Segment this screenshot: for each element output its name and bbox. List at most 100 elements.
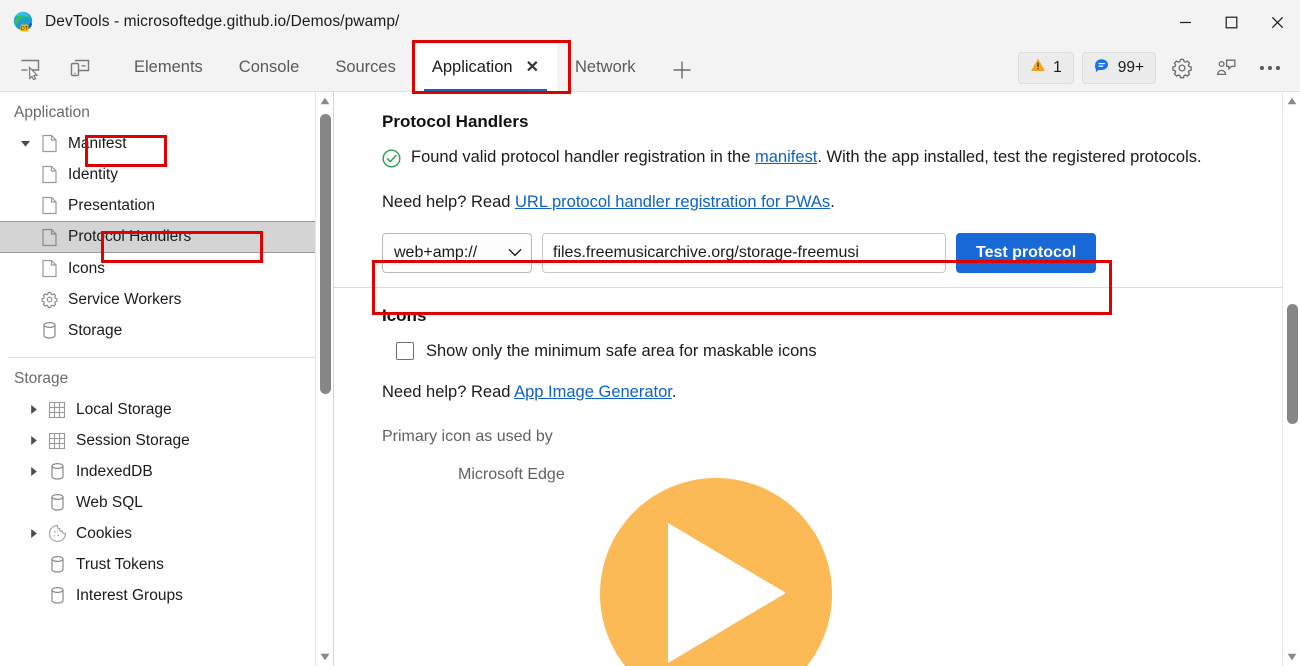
- minimize-button[interactable]: [1162, 0, 1208, 44]
- icons-section: Icons Show only the minimum safe area fo…: [334, 288, 1300, 484]
- sidebar-item-label: Manifest: [68, 134, 127, 152]
- sidebar-item-label: IndexedDB: [76, 462, 153, 480]
- maskable-icons-checkbox-row[interactable]: Show only the minimum safe area for mask…: [396, 342, 1260, 361]
- devtools-window: DT DevTools - microsoftedge.github.io/De…: [0, 0, 1300, 666]
- sidebar-item-label: Local Storage: [76, 400, 172, 418]
- sidebar-item-manifest[interactable]: Manifest: [0, 128, 333, 159]
- window-title: DevTools - microsoftedge.github.io/Demos…: [45, 13, 400, 30]
- sidebar-item-label: Icons: [68, 259, 106, 277]
- sidebar-item-local-storage[interactable]: Local Storage: [0, 394, 333, 425]
- warning-badge[interactable]: 1: [1018, 51, 1074, 84]
- scroll-up-arrow-icon[interactable]: [316, 92, 334, 110]
- warning-count: 1: [1053, 58, 1062, 76]
- chevron-down-icon[interactable]: [14, 138, 36, 149]
- check-circle-icon: [382, 149, 401, 175]
- sidebar-scroll-thumb[interactable]: [320, 114, 331, 394]
- more-options-icon[interactable]: [1252, 50, 1288, 86]
- document-icon: [36, 228, 62, 247]
- scroll-down-arrow-icon[interactable]: [316, 648, 334, 666]
- pwa-protocol-docs-link[interactable]: URL protocol handler registration for PW…: [515, 193, 830, 211]
- tab-label: Console: [238, 58, 300, 76]
- feedback-icon[interactable]: [1208, 50, 1244, 86]
- issues-badge[interactable]: 99+: [1081, 51, 1156, 84]
- main-scroll-thumb[interactable]: [1287, 304, 1298, 424]
- chevron-right-icon[interactable]: [22, 466, 44, 477]
- sidebar-item-icons[interactable]: Icons: [0, 253, 333, 284]
- test-protocol-button[interactable]: Test protocol: [956, 232, 1097, 273]
- document-icon: [36, 259, 62, 278]
- tab-application[interactable]: Application ✕: [413, 43, 557, 92]
- database-icon: [44, 462, 70, 481]
- maximize-button[interactable]: [1208, 0, 1254, 44]
- protocol-scheme-select[interactable]: web+amp://: [382, 232, 532, 273]
- app-image-generator-link[interactable]: App Image Generator: [514, 383, 672, 401]
- sidebar-item-service-workers[interactable]: Service Workers: [0, 284, 333, 315]
- sidebar-item-identity[interactable]: Identity: [0, 159, 333, 190]
- sidebar-item-label: Identity: [68, 165, 118, 183]
- sidebar-item-presentation[interactable]: Presentation: [0, 190, 333, 221]
- device-emulation-icon[interactable]: [60, 50, 100, 86]
- sidebar-item-label: Trust Tokens: [76, 555, 164, 573]
- chevron-right-icon[interactable]: [22, 404, 44, 415]
- title-bar: DT DevTools - microsoftedge.github.io/De…: [0, 0, 1300, 44]
- gear-icon: [36, 290, 62, 309]
- tab-close-icon[interactable]: ✕: [526, 59, 539, 76]
- add-tab-icon[interactable]: [660, 48, 704, 92]
- inspect-element-icon[interactable]: [10, 50, 50, 86]
- sidebar-section-header-application: Application: [14, 104, 90, 121]
- sidebar-item-label: Interest Groups: [76, 586, 183, 604]
- protocol-test-row: web+amp:// Test protocol: [382, 232, 1260, 273]
- section-title-icons: Icons: [382, 305, 427, 325]
- sidebar-item-web-sql[interactable]: Web SQL: [0, 487, 333, 518]
- protocol-url-input[interactable]: [542, 232, 946, 273]
- sidebar-item-label: Web SQL: [76, 493, 143, 511]
- tab-elements[interactable]: Elements: [116, 44, 221, 92]
- sidebar-item-trust-tokens[interactable]: Trust Tokens: [0, 549, 333, 580]
- chevron-right-icon[interactable]: [22, 435, 44, 446]
- tab-console[interactable]: Console: [221, 44, 318, 92]
- tab-sources[interactable]: Sources: [317, 44, 414, 92]
- toolbar-right: 1 99+: [1018, 50, 1300, 86]
- help-prefix: Need help? Read: [382, 382, 515, 401]
- document-icon: [36, 134, 62, 153]
- database-icon: [36, 321, 62, 340]
- tab-network[interactable]: Network: [557, 44, 654, 92]
- sidebar-item-cookies[interactable]: Cookies: [0, 518, 333, 549]
- sidebar-item-protocol-handlers[interactable]: Protocol Handlers: [0, 221, 333, 253]
- sidebar-item-indexeddb[interactable]: IndexedDB: [0, 456, 333, 487]
- maskable-icons-checkbox[interactable]: [396, 342, 414, 361]
- main-scrollbar[interactable]: [1282, 92, 1300, 666]
- scroll-up-arrow-icon[interactable]: [1283, 92, 1300, 110]
- sidebar-scrollbar[interactable]: [315, 92, 333, 666]
- manifest-link[interactable]: manifest: [755, 148, 817, 166]
- window-controls: [1162, 0, 1300, 44]
- sidebar-item-storage[interactable]: Storage: [0, 315, 333, 346]
- protocol-help-line: Need help? Read URL protocol handler reg…: [382, 191, 1242, 214]
- sidebar-item-interest-groups[interactable]: Interest Groups: [0, 580, 333, 611]
- primary-icon-caption: Primary icon as used by Microsoft Edge: [382, 428, 1260, 484]
- sidebar-item-label: Session Storage: [76, 431, 190, 449]
- chevron-right-icon[interactable]: [22, 528, 44, 539]
- devtools-toolbar: Elements Console Sources Application ✕ N…: [0, 43, 1300, 92]
- edge-devtools-logo: DT: [12, 11, 34, 33]
- tab-label: Sources: [335, 58, 396, 76]
- section-title-protocol-handlers: Protocol Handlers: [382, 112, 529, 131]
- protocol-status-text: Found valid protocol handler registratio…: [411, 146, 1202, 169]
- document-icon: [36, 196, 62, 215]
- close-button[interactable]: [1254, 0, 1300, 44]
- status-text-after: . With the app installed, test the regis…: [817, 148, 1202, 166]
- sidebar-item-label: Storage: [68, 321, 123, 339]
- sidebar-item-session-storage[interactable]: Session Storage: [0, 425, 333, 456]
- help-suffix: .: [830, 193, 835, 212]
- tab-label: Application: [431, 58, 513, 76]
- database-icon: [44, 493, 70, 512]
- sidebar: Application Manifest Identity Presentati…: [0, 92, 334, 666]
- status-text-before: Found valid protocol handler registratio…: [411, 148, 755, 166]
- message-bubble-icon: [1094, 57, 1111, 79]
- table-grid-icon: [44, 401, 70, 419]
- scroll-down-arrow-icon[interactable]: [1283, 648, 1300, 666]
- settings-gear-icon[interactable]: [1164, 50, 1200, 86]
- icons-help-line: Need help? Read App Image Generator.: [382, 381, 1242, 404]
- database-icon: [44, 555, 70, 574]
- sidebar-item-label: Service Workers: [68, 290, 182, 308]
